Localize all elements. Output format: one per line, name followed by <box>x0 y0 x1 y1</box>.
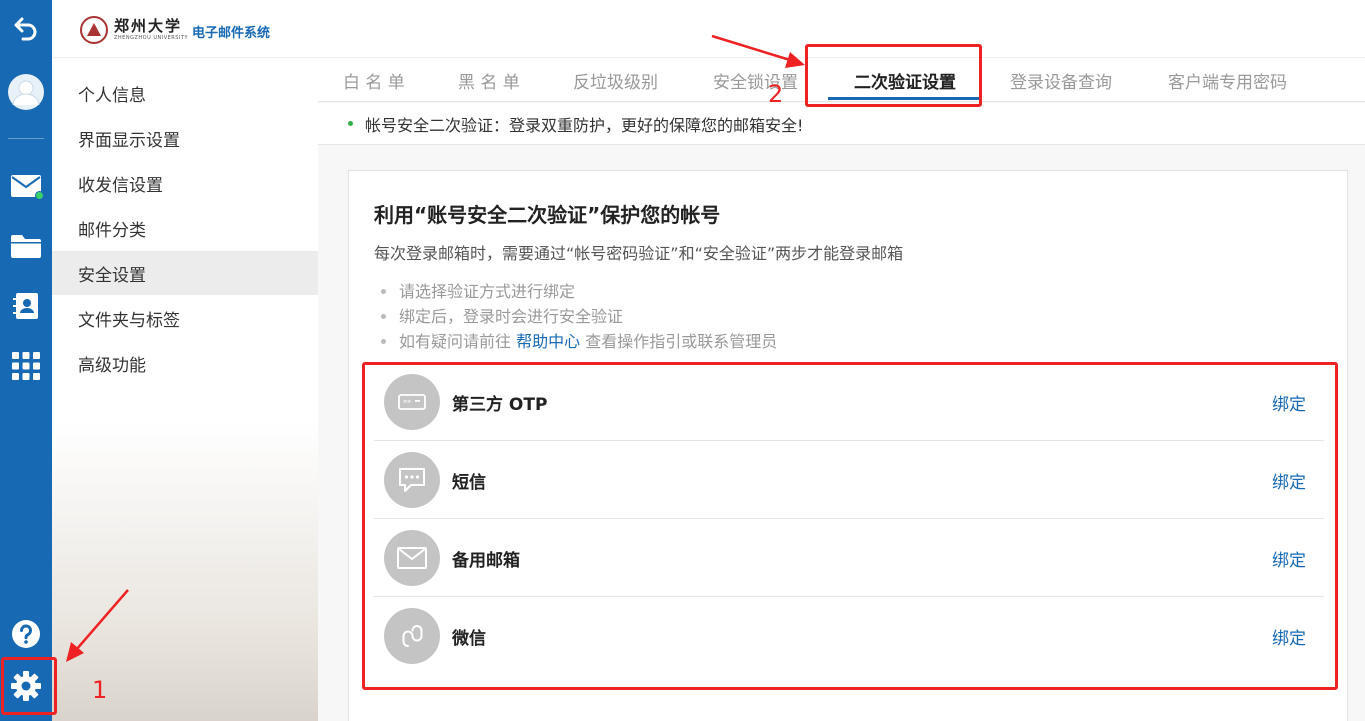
annotation-number-1: 1 <box>92 676 108 704</box>
card-title: 利用“账号安全二次验证”保护您的帐号 <box>374 203 721 227</box>
tip-text: 如有疑问请前往 <box>399 332 517 351</box>
logo-chinese-name: 郑州大学 <box>114 17 183 35</box>
help-icon[interactable] <box>0 612 52 656</box>
sidebar-item-label: 安全设置 <box>78 265 146 286</box>
settings-sidebar: 个人信息 界面显示设置 收发信设置 邮件分类 安全设置 文件夹与标签 高级功能 <box>52 58 318 721</box>
online-status-dot <box>35 191 44 200</box>
tips-list: 请选择验证方式进行绑定 绑定后，登录时会进行安全验证 如有疑问请前往 帮助中心 … <box>374 279 777 354</box>
university-logo[interactable]: 郑州大学 ZHENGZHOU UNIVERSITY 电子邮件系统 <box>80 14 270 46</box>
annotation-box-settings <box>1 657 57 715</box>
tip-item: 绑定后，登录时会进行安全验证 <box>374 304 777 329</box>
tab-login-devices[interactable]: 登录设备查询 <box>1010 58 1112 102</box>
sidebar-item-label: 高级功能 <box>78 355 146 376</box>
tab-spam-level[interactable]: 反垃圾级别 <box>573 58 658 102</box>
apps-grid-icon[interactable] <box>0 344 52 388</box>
tip-text: 查看操作指引或联系管理员 <box>580 332 778 351</box>
back-icon[interactable] <box>0 6 52 50</box>
tab-whitelist[interactable]: 白 名 单 <box>343 58 405 102</box>
sidebar-item-send-receive[interactable]: 收发信设置 <box>52 161 318 205</box>
sidebar-item-label: 界面显示设置 <box>78 130 180 151</box>
sidebar-item-personal-info[interactable]: 个人信息 <box>52 71 318 115</box>
rail-separator <box>8 138 44 139</box>
tip-item: 如有疑问请前往 帮助中心 查看操作指引或联系管理员 <box>374 329 777 354</box>
annotation-box-methods <box>362 362 1338 690</box>
notice-dot <box>348 121 353 126</box>
sidebar-item-label: 个人信息 <box>78 85 146 106</box>
system-name: 电子邮件系统 <box>192 26 271 41</box>
sidebar-item-advanced[interactable]: 高级功能 <box>52 341 318 385</box>
sidebar-item-display-settings[interactable]: 界面显示设置 <box>52 116 318 160</box>
sidebar-item-security-settings[interactable]: 安全设置 <box>52 251 318 295</box>
help-center-link[interactable]: 帮助中心 <box>516 332 580 351</box>
tab-security-lock[interactable]: 安全锁设置 <box>713 58 798 102</box>
tip-item: 请选择验证方式进行绑定 <box>374 279 777 304</box>
avatar[interactable] <box>0 70 52 114</box>
annotation-box-tab <box>805 44 982 107</box>
sidebar-item-label: 收发信设置 <box>78 175 163 196</box>
sidebar-item-label: 邮件分类 <box>78 220 146 241</box>
left-rail <box>0 0 52 721</box>
annotation-number-2: 2 <box>768 80 784 108</box>
logo-seal-icon <box>80 16 108 44</box>
top-header: 郑州大学 ZHENGZHOU UNIVERSITY 电子邮件系统 <box>52 0 1365 58</box>
card-description: 每次登录邮箱时，需要通过“帐号密码验证”和“安全验证”两步才能登录邮箱 <box>374 244 904 263</box>
folder-icon[interactable] <box>0 224 52 268</box>
sidebar-item-mail-classification[interactable]: 邮件分类 <box>52 206 318 250</box>
security-notice: 帐号安全二次验证：登录双重防护，更好的保障您的邮箱安全! <box>318 103 1365 145</box>
tab-client-password[interactable]: 客户端专用密码 <box>1168 58 1287 102</box>
sidebar-item-label: 文件夹与标签 <box>78 310 180 331</box>
contacts-icon[interactable] <box>0 284 52 328</box>
tab-blacklist[interactable]: 黑 名 单 <box>458 58 520 102</box>
mail-icon[interactable] <box>0 164 52 208</box>
logo-english-name: ZHENGZHOU UNIVERSITY <box>114 35 189 41</box>
notice-text: 帐号安全二次验证：登录双重防护，更好的保障您的邮箱安全! <box>365 115 804 135</box>
sidebar-item-folders-tags[interactable]: 文件夹与标签 <box>52 296 318 340</box>
